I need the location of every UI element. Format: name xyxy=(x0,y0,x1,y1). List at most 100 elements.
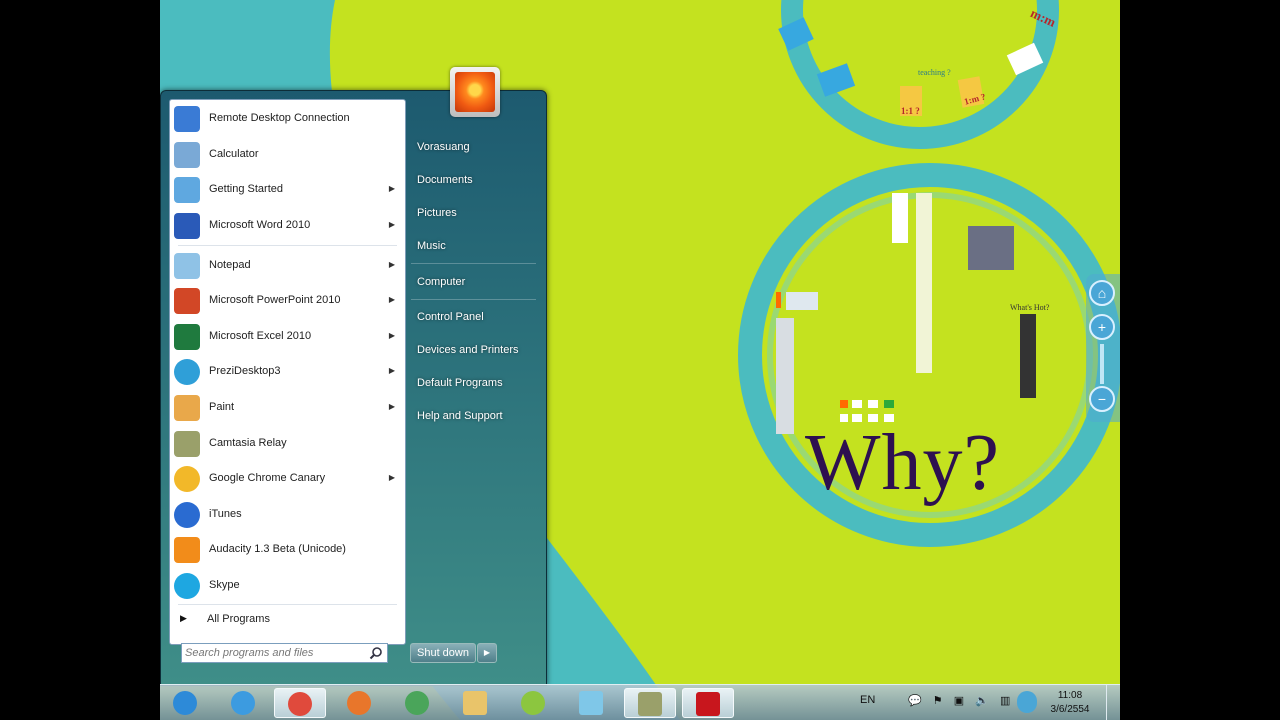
taskbar-button[interactable] xyxy=(624,688,676,718)
program-label: PreziDesktop3 xyxy=(209,365,281,377)
update-icon[interactable] xyxy=(1017,691,1037,713)
time-text: 11:08 xyxy=(1057,690,1083,701)
program-item[interactable]: Audacity 1.3 Beta (Unicode) xyxy=(170,533,405,567)
zoom-in-icon[interactable]: + xyxy=(1089,314,1115,340)
start-menu-link[interactable]: Pictures xyxy=(417,207,457,219)
taskbar-button[interactable] xyxy=(566,688,618,718)
flag-icon[interactable]: ⚑ xyxy=(933,695,943,707)
zoom-slider[interactable] xyxy=(1100,344,1104,384)
calculator-icon xyxy=(174,142,200,168)
camtasia-icon xyxy=(174,431,200,457)
remote-desktop-icon xyxy=(174,106,200,132)
program-item[interactable]: Remote Desktop Connection xyxy=(170,102,405,136)
taskbar-button[interactable] xyxy=(274,688,326,718)
taskbar: EN 💬 ⚑ ▣ 🔈 ▥ 11:08 3/6/2554 xyxy=(160,684,1120,720)
program-label: Skype xyxy=(209,579,240,591)
teaching-text: teaching ? xyxy=(918,68,951,77)
shutdown-label: Shut down xyxy=(417,647,469,659)
user-picture[interactable] xyxy=(450,67,500,117)
paint-icon xyxy=(174,395,200,421)
taskbar-button[interactable] xyxy=(334,688,386,718)
whats-hot-text: What's Hot? xyxy=(1010,303,1050,312)
show-desktop-button[interactable] xyxy=(1106,685,1119,720)
submenu-arrow-icon[interactable]: ▶ xyxy=(389,260,395,269)
program-label: Microsoft PowerPoint 2010 xyxy=(209,294,341,306)
program-item[interactable]: Google Chrome Canary ▶ xyxy=(170,462,405,496)
submenu-arrow-icon[interactable]: ▶ xyxy=(389,184,395,193)
photo-icon xyxy=(579,691,603,715)
shutdown-options-button[interactable]: ▶ xyxy=(477,643,497,663)
clock[interactable]: 11:08 3/6/2554 xyxy=(1040,689,1100,717)
taskbar-button[interactable] xyxy=(682,688,734,718)
start-menu-link[interactable]: Documents xyxy=(417,174,473,186)
getting-started-icon xyxy=(174,177,200,203)
search-icon[interactable] xyxy=(369,646,383,660)
start-orb-icon xyxy=(173,691,197,715)
program-label: Microsoft Excel 2010 xyxy=(209,330,312,342)
chrome-canary-icon xyxy=(174,466,200,492)
start-menu-link[interactable]: Control Panel xyxy=(417,311,484,323)
start-menu-link[interactable]: Music xyxy=(417,240,446,252)
home-icon[interactable]: ⌂ xyxy=(1089,280,1115,306)
all-programs-label: All Programs xyxy=(207,613,270,625)
start-menu-link[interactable]: Computer xyxy=(417,276,465,288)
search-input[interactable] xyxy=(185,645,365,661)
separator xyxy=(178,604,397,605)
submenu-arrow-icon[interactable]: ▶ xyxy=(389,402,395,411)
program-item[interactable]: Microsoft Word 2010 ▶ xyxy=(170,209,405,243)
search-box[interactable] xyxy=(181,643,388,663)
itunes-icon xyxy=(174,502,200,528)
flower-icon xyxy=(455,72,495,112)
submenu-arrow-icon[interactable]: ▶ xyxy=(389,220,395,229)
program-item[interactable]: PreziDesktop3 ▶ xyxy=(170,355,405,389)
taskbar-button[interactable] xyxy=(392,688,444,718)
right-arrow-icon: ▶ xyxy=(180,613,187,623)
start-menu-link[interactable]: Vorasuang xyxy=(417,141,470,153)
all-programs-button[interactable]: ▶ All Programs xyxy=(170,606,405,632)
program-item[interactable]: Getting Started ▶ xyxy=(170,173,405,207)
submenu-arrow-icon[interactable]: ▶ xyxy=(389,331,395,340)
taskbar-button[interactable] xyxy=(218,688,270,718)
submenu-arrow-icon[interactable]: ▶ xyxy=(389,366,395,375)
program-item[interactable]: Skype xyxy=(170,569,405,603)
word-icon xyxy=(174,213,200,239)
start-menu-link[interactable]: Devices and Printers xyxy=(417,344,519,356)
program-item[interactable]: Camtasia Relay xyxy=(170,427,405,461)
program-item[interactable]: Microsoft Excel 2010 ▶ xyxy=(170,320,405,354)
date-text: 3/6/2554 xyxy=(1050,704,1090,715)
submenu-arrow-icon[interactable]: ▶ xyxy=(389,473,395,482)
program-label: Notepad xyxy=(209,259,251,271)
start-menu: Remote Desktop Connection Calculator Getti… xyxy=(160,67,547,686)
network-icon[interactable]: ▥ xyxy=(1000,695,1010,707)
flash-icon xyxy=(696,692,720,716)
language-indicator[interactable]: EN xyxy=(860,694,875,706)
one-one-text: 1:1 ? xyxy=(901,106,920,116)
start-menu-link[interactable]: Default Programs xyxy=(417,377,503,389)
program-label: Getting Started xyxy=(209,183,283,195)
volume-icon[interactable]: 🔈 xyxy=(975,695,989,707)
firefox-icon xyxy=(347,691,371,715)
notepad-icon xyxy=(174,253,200,279)
program-label: Google Chrome Canary xyxy=(209,472,326,484)
program-item[interactable]: Microsoft PowerPoint 2010 ▶ xyxy=(170,284,405,318)
program-label: Paint xyxy=(209,401,235,413)
internet-explorer-icon xyxy=(231,691,255,715)
program-item[interactable]: Notepad ▶ xyxy=(170,249,405,283)
submenu-arrow-icon[interactable]: ▶ xyxy=(389,295,395,304)
balloon-icon[interactable]: 💬 xyxy=(908,695,922,707)
device-icon[interactable]: ▣ xyxy=(954,695,964,707)
program-item[interactable]: Calculator xyxy=(170,138,405,172)
shutdown-button[interactable]: Shut down xyxy=(410,643,476,663)
program-item[interactable]: Paint ▶ xyxy=(170,391,405,425)
taskbar-button[interactable] xyxy=(450,688,502,718)
google-talk-icon xyxy=(521,691,545,715)
zoom-out-icon[interactable]: − xyxy=(1089,386,1115,412)
program-label: Remote Desktop Connection xyxy=(209,112,350,124)
start-menu-link[interactable]: Help and Support xyxy=(417,410,503,422)
program-label: Microsoft Word 2010 xyxy=(209,219,311,231)
taskbar-button[interactable] xyxy=(160,688,212,718)
program-item[interactable]: iTunes xyxy=(170,498,405,532)
taskbar-button[interactable] xyxy=(508,688,560,718)
skype-icon xyxy=(174,573,200,599)
start-menu-programs-pane: Remote Desktop Connection Calculator Getti… xyxy=(169,99,406,645)
